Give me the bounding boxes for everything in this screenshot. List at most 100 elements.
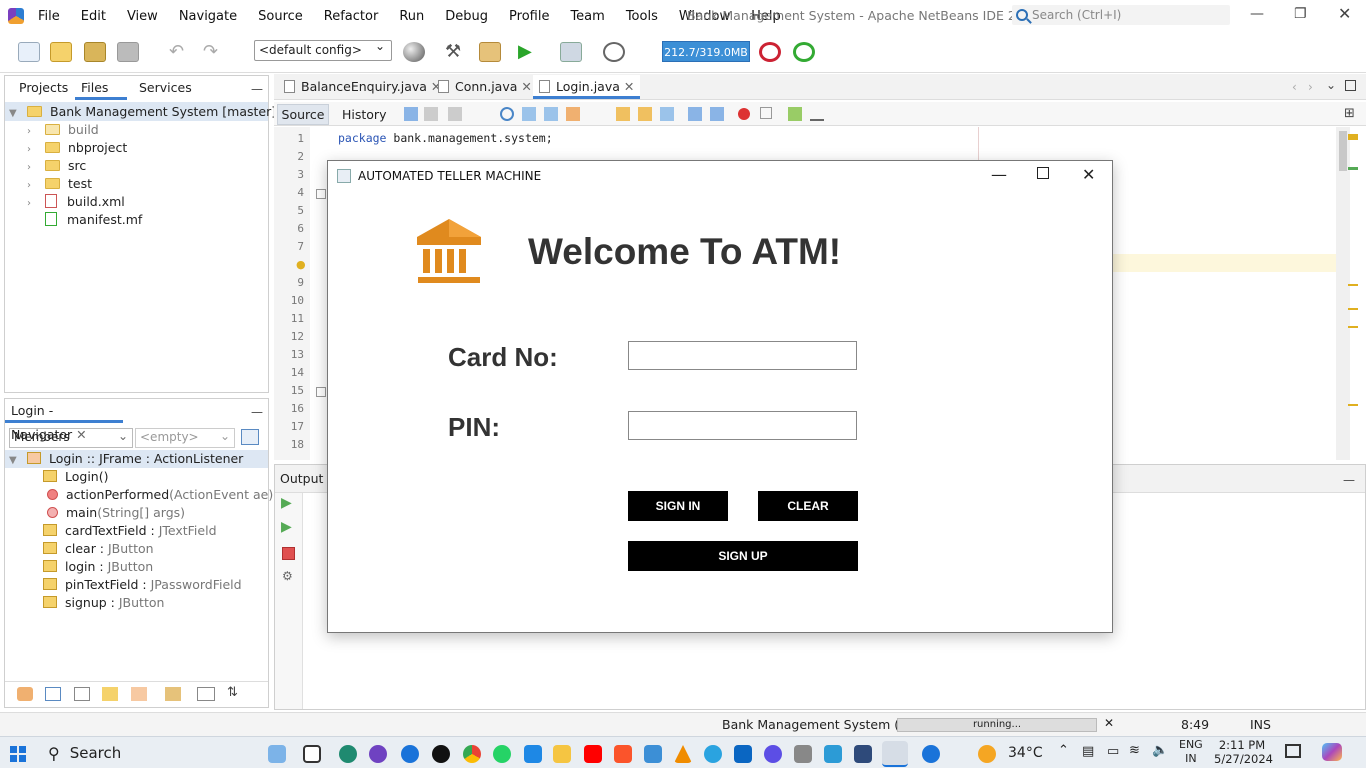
editor-scrollbar[interactable]	[1336, 127, 1350, 460]
notifications-icon[interactable]	[1285, 744, 1301, 758]
youtube-icon[interactable]	[584, 745, 602, 763]
tab-projects[interactable]: Projects	[13, 76, 74, 100]
member-clear[interactable]: clear : JButton	[43, 540, 154, 558]
tab-source[interactable]: Source	[277, 104, 329, 125]
new-file-icon[interactable]	[18, 42, 40, 62]
fold-toggle-icon[interactable]	[316, 387, 326, 397]
stop-icon[interactable]	[282, 547, 295, 560]
telegram-icon[interactable]	[704, 745, 722, 763]
globe-icon[interactable]	[403, 42, 425, 62]
app-icon[interactable]	[401, 745, 419, 763]
edge-icon[interactable]	[339, 745, 357, 763]
tree-item-test[interactable]: › test	[27, 175, 92, 193]
minimize-button[interactable]: —	[1250, 6, 1264, 22]
github-desktop-icon[interactable]	[369, 745, 387, 763]
find-icon[interactable]	[500, 107, 514, 121]
battery-icon[interactable]: ▭	[1107, 744, 1119, 759]
uncomment-icon[interactable]	[810, 107, 824, 121]
sign-in-button[interactable]: SIGN IN	[628, 491, 728, 521]
windows-start-icon[interactable]	[10, 746, 26, 762]
app-icon[interactable]	[824, 745, 842, 763]
next-bookmark-icon[interactable]	[638, 107, 652, 121]
member-action-performed[interactable]: actionPerformed(ActionEvent ae)	[47, 486, 273, 504]
warning-marker[interactable]	[1348, 284, 1358, 286]
warning-marker[interactable]	[1348, 326, 1358, 328]
sort-icon[interactable]	[197, 687, 215, 701]
run-icon[interactable]: ▶	[518, 42, 540, 62]
whatsapp-icon[interactable]	[493, 745, 511, 763]
tab-login[interactable]: Login.java ✕	[533, 75, 641, 99]
menu-refactor[interactable]: Refactor	[324, 9, 379, 24]
vlc-icon[interactable]	[674, 745, 692, 763]
menu-team[interactable]: Team	[570, 9, 604, 24]
tab-history[interactable]: History	[342, 107, 386, 122]
shift-right-icon[interactable]	[710, 107, 724, 121]
app-icon[interactable]	[854, 745, 872, 763]
minimize-panel-icon[interactable]: —	[251, 82, 263, 96]
dialog-minimize-button[interactable]: —	[991, 165, 1007, 184]
app-icon[interactable]	[764, 745, 782, 763]
menu-profile[interactable]: Profile	[509, 9, 549, 24]
language-indicator[interactable]: ENG IN	[1179, 738, 1203, 766]
scroll-tabs-right-icon[interactable]: ›	[1308, 80, 1313, 94]
task-view-icon[interactable]	[303, 745, 321, 763]
output-title[interactable]: Output -	[280, 471, 332, 486]
fold-toggle-icon[interactable]	[316, 189, 326, 199]
weather-icon[interactable]	[978, 745, 996, 763]
app-icon[interactable]	[644, 745, 662, 763]
filter-icon[interactable]	[45, 687, 61, 701]
chevron-down-icon[interactable]: ⌄	[1326, 78, 1336, 92]
close-button[interactable]: ✕	[1338, 4, 1351, 23]
prev-bookmark-icon[interactable]	[616, 107, 630, 121]
members-filter-select[interactable]: Members ⌄	[9, 428, 133, 448]
temperature[interactable]: 34°C	[1008, 745, 1043, 761]
sign-up-button[interactable]: SIGN UP	[628, 541, 858, 571]
rerun-icon[interactable]: ▶	[281, 495, 292, 511]
minimize-panel-icon[interactable]: —	[251, 405, 263, 419]
java-app-taskbar-icon[interactable]	[882, 741, 908, 767]
warning-marker[interactable]	[1348, 308, 1358, 310]
toggle-highlight-icon[interactable]	[566, 107, 580, 121]
redo-icon[interactable]: ↷	[203, 42, 225, 62]
card-number-input[interactable]	[628, 341, 857, 370]
menu-source[interactable]: Source	[258, 9, 303, 24]
brave-icon[interactable]	[614, 745, 632, 763]
rerun-with-args-icon[interactable]: ▶	[281, 519, 292, 535]
restore-button[interactable]: ❐	[1294, 6, 1307, 22]
tree-item-build[interactable]: › build	[27, 121, 99, 139]
filter-icon[interactable]	[102, 687, 118, 701]
tab-balance-enquiry[interactable]: BalanceEnquiry.java ✕	[278, 75, 447, 99]
vscode-icon[interactable]	[734, 745, 752, 763]
find-prev-icon[interactable]	[522, 107, 536, 121]
taskbar-search[interactable]: ⚲ Search	[40, 739, 290, 767]
navigator-options-icon[interactable]	[241, 429, 259, 445]
volume-icon[interactable]: 🔈	[1152, 743, 1168, 758]
device-icon[interactable]: ▤	[1082, 744, 1094, 759]
new-project-icon[interactable]	[50, 42, 72, 62]
chrome-icon[interactable]	[463, 745, 481, 763]
help-icon[interactable]	[922, 745, 940, 763]
menu-edit[interactable]: Edit	[81, 9, 106, 24]
sort-icon[interactable]	[165, 687, 181, 701]
menu-debug[interactable]: Debug	[445, 9, 488, 24]
config-select[interactable]: <default config>	[254, 39, 392, 61]
dialog-maximize-button[interactable]	[1037, 167, 1049, 179]
tree-item-manifest[interactable]: manifest.mf	[45, 211, 142, 229]
tray-chevron-icon[interactable]: ⌃	[1058, 743, 1069, 758]
close-icon[interactable]: ✕	[521, 79, 531, 94]
find-next-icon[interactable]	[544, 107, 558, 121]
comment-icon[interactable]	[788, 107, 802, 121]
hint-bulb-icon[interactable]: ●	[296, 258, 306, 271]
member-login-ctor[interactable]: Login()	[43, 468, 108, 486]
shift-left-icon[interactable]	[688, 107, 702, 121]
empty-filter-select[interactable]: <empty> ⌄	[135, 428, 235, 448]
split-editor-icon[interactable]: ⊞	[1344, 106, 1355, 121]
progress-bar[interactable]: running...	[897, 718, 1097, 732]
minimize-panel-icon[interactable]: —	[1343, 473, 1355, 487]
widget-icon[interactable]	[268, 745, 286, 763]
sort-icon[interactable]: ⇅	[227, 685, 238, 700]
memory-indicator[interactable]: 212.7/319.0MB	[662, 41, 750, 62]
gc-icon[interactable]	[759, 42, 781, 62]
maximize-editor-icon[interactable]	[1345, 80, 1356, 91]
tree-item-src[interactable]: › src	[27, 157, 86, 175]
